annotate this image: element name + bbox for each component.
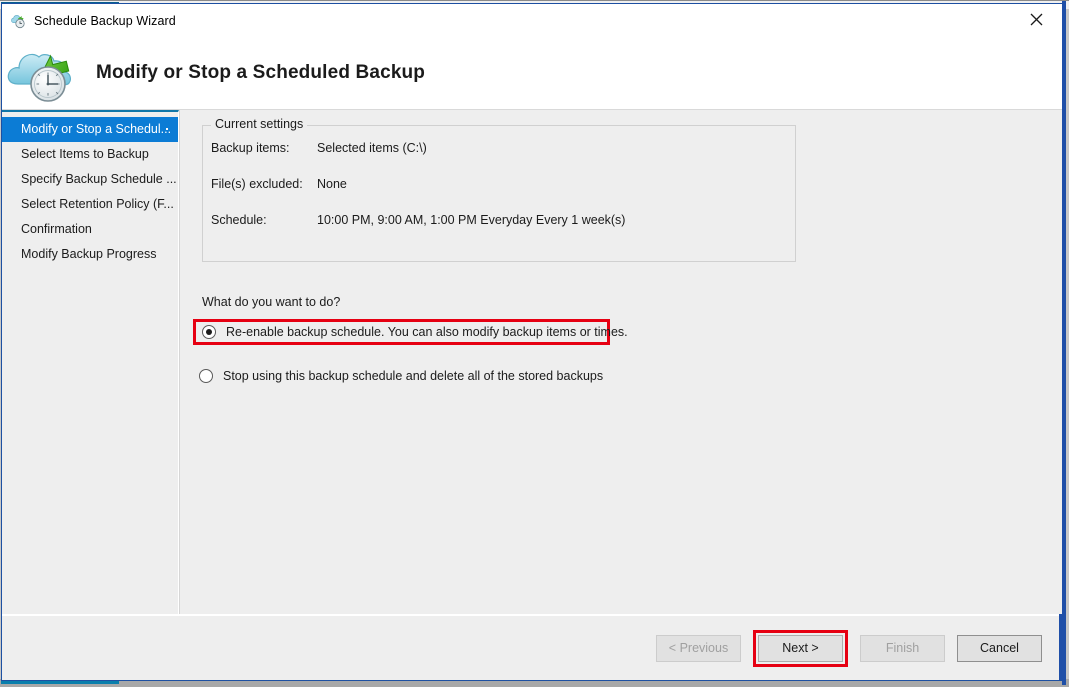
radio-option-label: Re-enable backup schedule. You can also … bbox=[226, 325, 628, 339]
sidebar-item-label: Select Retention Policy (F... bbox=[21, 197, 174, 211]
sidebar-item-specify-schedule[interactable]: Specify Backup Schedule ... bbox=[2, 167, 178, 192]
page-title: Modify or Stop a Scheduled Backup bbox=[96, 62, 425, 84]
dialog-body: Modify or Stop a Schedul... Select Items… bbox=[2, 110, 1062, 614]
radio-option-label: Stop using this backup schedule and dele… bbox=[223, 369, 603, 383]
cloud-backup-clock-icon bbox=[6, 42, 78, 104]
sidebar-item-label: Confirmation bbox=[21, 222, 92, 236]
setting-label: Schedule: bbox=[211, 213, 317, 227]
sidebar-item-modify-progress[interactable]: Modify Backup Progress bbox=[2, 242, 178, 267]
next-button[interactable]: Next > bbox=[758, 635, 843, 662]
window-title: Schedule Backup Wizard bbox=[34, 14, 176, 28]
setting-row-schedule: Schedule: 10:00 PM, 9:00 AM, 1:00 PM Eve… bbox=[211, 213, 795, 227]
sidebar-item-label: Select Items to Backup bbox=[21, 147, 149, 161]
previous-button: < Previous bbox=[656, 635, 741, 662]
sidebar-item-retention-policy[interactable]: Select Retention Policy (F... bbox=[2, 192, 178, 217]
sidebar-item-confirmation[interactable]: Confirmation bbox=[2, 217, 178, 242]
current-settings-legend: Current settings bbox=[211, 117, 307, 131]
sidebar-item-select-items[interactable]: Select Items to Backup bbox=[2, 142, 178, 167]
screen: Schedule Backup Wizard bbox=[0, 0, 1069, 687]
setting-label: File(s) excluded: bbox=[211, 177, 317, 191]
setting-value: None bbox=[317, 177, 795, 191]
sidebar-item-label: Modify or Stop a Schedul... bbox=[21, 122, 171, 136]
setting-value: Selected items (C:\) bbox=[317, 141, 795, 155]
current-settings-group: Current settings Backup items: Selected … bbox=[202, 125, 796, 262]
radio-selected-icon bbox=[202, 325, 216, 339]
choice-question: What do you want to do? bbox=[202, 295, 340, 309]
sidebar-item-label: Specify Backup Schedule ... bbox=[21, 172, 177, 186]
cloud-clock-icon bbox=[11, 13, 27, 29]
sidebar-item-modify-or-stop[interactable]: Modify or Stop a Schedul... bbox=[2, 117, 178, 142]
setting-label: Backup items: bbox=[211, 141, 317, 155]
finish-button: Finish bbox=[860, 635, 945, 662]
sidebar-item-label: Modify Backup Progress bbox=[21, 247, 156, 261]
radio-option-reenable-schedule[interactable]: Re-enable backup schedule. You can also … bbox=[193, 319, 610, 345]
radio-option-stop-and-delete[interactable]: Stop using this backup schedule and dele… bbox=[199, 366, 603, 386]
schedule-backup-wizard-dialog: Schedule Backup Wizard bbox=[1, 3, 1063, 681]
header-band: Modify or Stop a Scheduled Backup bbox=[2, 37, 1062, 110]
cancel-button[interactable]: Cancel bbox=[957, 635, 1042, 662]
dialog-content: Current settings Backup items: Selected … bbox=[179, 110, 1062, 614]
setting-row-backup-items: Backup items: Selected items (C:\) bbox=[211, 141, 795, 155]
title-bar: Schedule Backup Wizard bbox=[2, 4, 1062, 37]
wizard-step-list: Modify or Stop a Schedul... Select Items… bbox=[2, 110, 179, 614]
dialog-footer: < Previous Next > Finish Cancel bbox=[2, 614, 1062, 680]
current-step-dot-icon bbox=[166, 128, 168, 130]
next-button-highlight: Next > bbox=[753, 630, 848, 667]
close-icon[interactable] bbox=[1013, 4, 1059, 35]
setting-value: 10:00 PM, 9:00 AM, 1:00 PM Everyday Ever… bbox=[317, 213, 795, 227]
radio-unselected-icon bbox=[199, 369, 213, 383]
setting-row-files-excluded: File(s) excluded: None bbox=[211, 177, 795, 191]
